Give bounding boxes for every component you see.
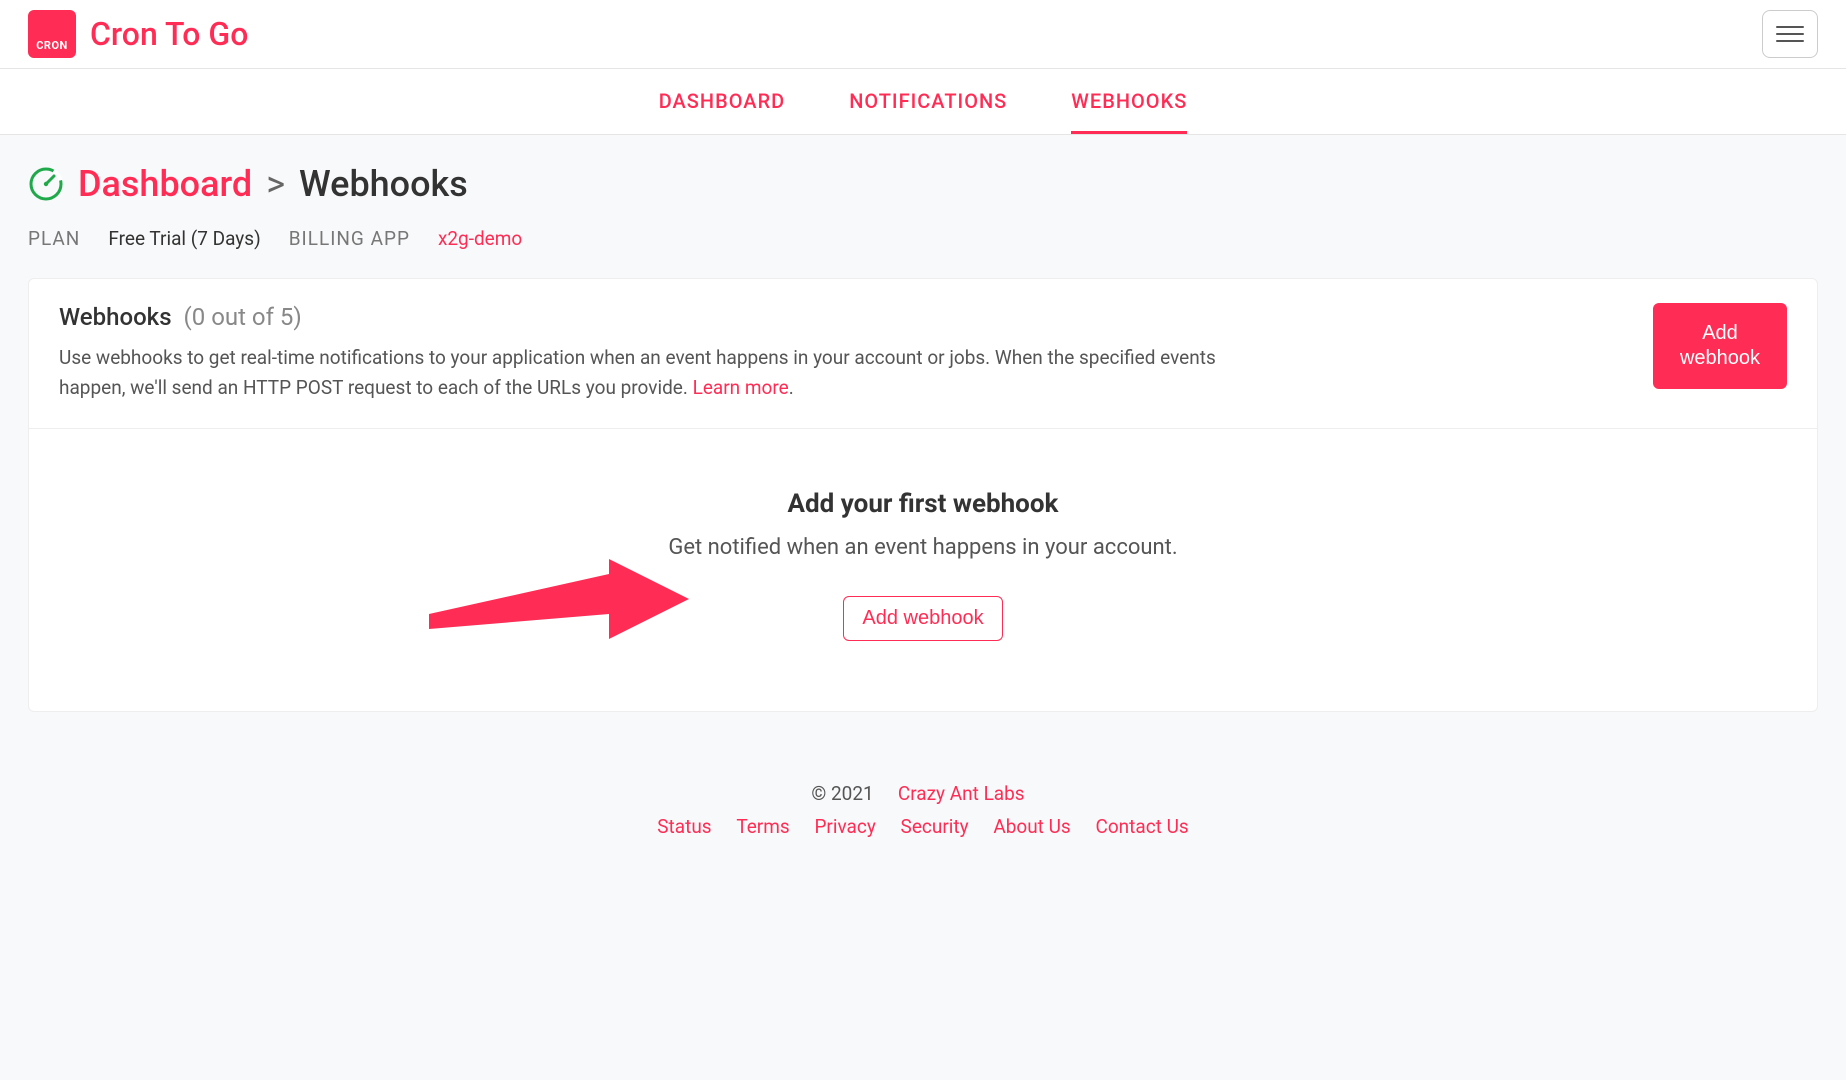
brand-logo: CRON (28, 10, 76, 58)
breadcrumb-current: Webhooks (299, 163, 468, 205)
tab-notifications[interactable]: NOTIFICATIONS (849, 69, 1007, 134)
topbar: CRON Cron To Go (0, 0, 1846, 69)
footer-link-terms[interactable]: Terms (736, 815, 789, 838)
tab-webhooks[interactable]: WEBHOOKS (1071, 69, 1187, 134)
footer-link-contact[interactable]: Contact Us (1095, 815, 1188, 838)
footer-link-status[interactable]: Status (657, 815, 711, 838)
brand-title: Cron To Go (90, 15, 248, 53)
card-title: Webhooks (0 out of 5) (59, 303, 1259, 331)
add-webhook-button-outline[interactable]: Add webhook (843, 596, 1002, 641)
brand[interactable]: CRON Cron To Go (28, 10, 248, 58)
brand-logo-text: CRON (36, 39, 68, 52)
breadcrumb: Dashboard > Webhooks (28, 163, 1818, 205)
menu-button[interactable] (1762, 10, 1818, 58)
footer-link-about[interactable]: About Us (993, 815, 1070, 838)
card-header: Webhooks (0 out of 5) Use webhooks to ge… (29, 279, 1817, 429)
card-description-suffix: . (789, 376, 794, 399)
card-description: Use webhooks to get real-time notificati… (59, 343, 1259, 404)
plan-label: PLAN (28, 227, 80, 250)
footer-copyright: © 2021 (811, 782, 873, 805)
hamburger-icon (1776, 40, 1804, 42)
card-body: Add your first webhook Get notified when… (29, 429, 1817, 711)
tab-dashboard[interactable]: DASHBOARD (659, 69, 786, 134)
plan-value: Free Trial (7 Days) (108, 227, 260, 250)
empty-state-subtitle: Get notified when an event happens in yo… (59, 535, 1787, 560)
footer-link-privacy[interactable]: Privacy (814, 815, 875, 838)
empty-state-title: Add your first webhook (59, 489, 1787, 519)
add-webhook-button-label: Add webhook (1675, 321, 1765, 371)
footer-company-link[interactable]: Crazy Ant Labs (898, 782, 1025, 805)
webhook-count: (0 out of 5) (184, 303, 302, 331)
card-title-text: Webhooks (59, 303, 172, 331)
callout-arrow-icon (429, 559, 689, 653)
breadcrumb-separator: > (266, 163, 285, 205)
gauge-icon (28, 166, 64, 202)
page-content: Dashboard > Webhooks PLAN Free Trial (7 … (0, 135, 1846, 752)
plan-meta: PLAN Free Trial (7 Days) BILLING APP x2g… (28, 227, 1818, 250)
hamburger-icon (1776, 26, 1804, 28)
tab-bar: DASHBOARD NOTIFICATIONS WEBHOOKS (0, 69, 1846, 135)
billing-app-value[interactable]: x2g-demo (438, 227, 522, 250)
billing-app-label: BILLING APP (289, 227, 410, 250)
footer: © 2021 Crazy Ant Labs Status Terms Priva… (0, 752, 1846, 858)
add-webhook-button-primary[interactable]: Add webhook (1653, 303, 1787, 389)
webhooks-card: Webhooks (0 out of 5) Use webhooks to ge… (28, 278, 1818, 712)
learn-more-link[interactable]: Learn more (693, 376, 789, 399)
hamburger-icon (1776, 33, 1804, 35)
footer-link-security[interactable]: Security (901, 815, 969, 838)
card-description-text: Use webhooks to get real-time notificati… (59, 346, 1216, 399)
breadcrumb-dashboard-link[interactable]: Dashboard (78, 163, 252, 205)
